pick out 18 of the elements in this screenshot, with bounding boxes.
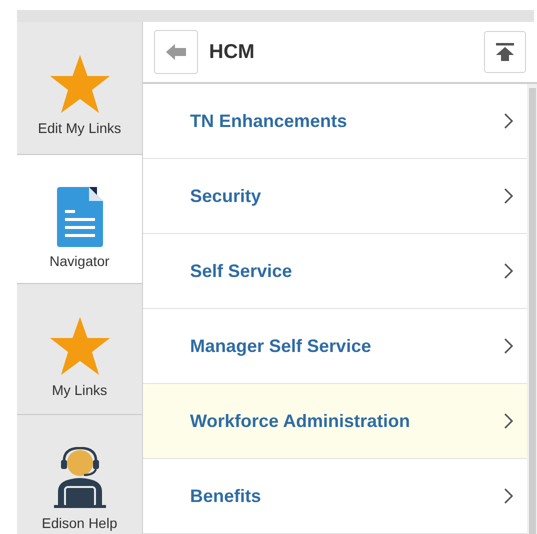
chevron-right-icon	[504, 413, 513, 429]
chevron-right-icon	[504, 113, 513, 129]
header-title: HCM	[209, 40, 255, 65]
collapse-button[interactable]	[484, 31, 526, 73]
help-desk-agent-icon	[52, 447, 108, 509]
collapse-up-icon	[495, 42, 515, 62]
menu-item[interactable]: Workforce Administration	[143, 384, 527, 459]
star-icon	[48, 54, 110, 114]
chevron-right-icon	[504, 338, 513, 354]
sidebar-tab[interactable]: Navigator	[17, 155, 142, 284]
scrollbar-thumb[interactable]	[528, 88, 536, 534]
back-button[interactable]	[154, 30, 198, 74]
document-icon	[56, 187, 102, 247]
star-icon	[48, 316, 110, 376]
chevron-right-icon	[504, 263, 513, 279]
chevron-right-icon	[504, 488, 513, 504]
back-arrow-icon	[166, 44, 186, 60]
chevron-right-icon	[504, 188, 513, 204]
